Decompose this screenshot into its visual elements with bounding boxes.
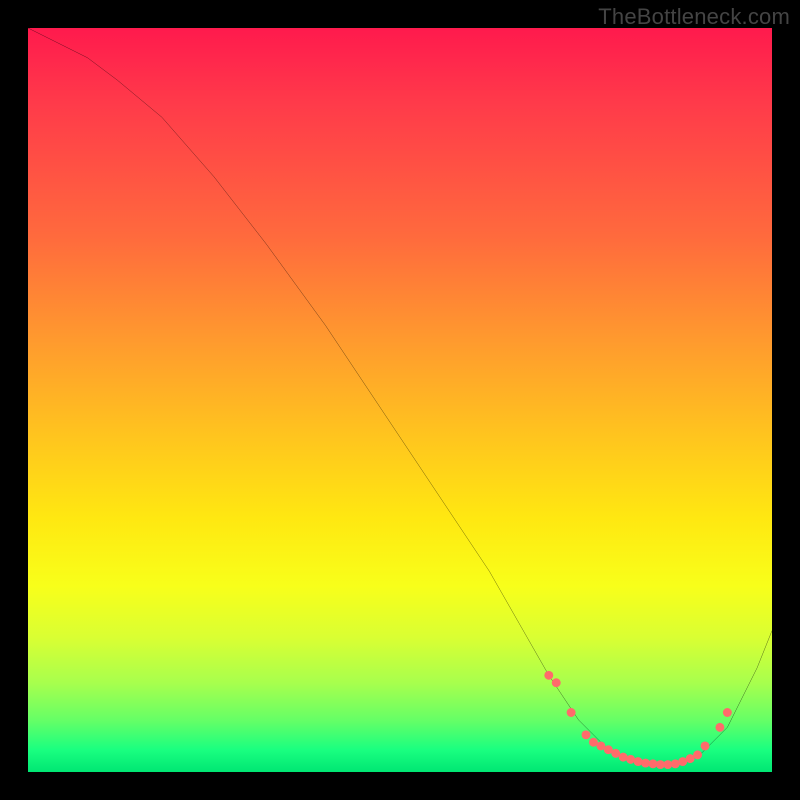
marker-dot [723, 708, 732, 717]
marker-dot [544, 671, 553, 680]
bottleneck-curve [28, 28, 772, 765]
marker-dot [582, 730, 591, 739]
marker-dot [634, 757, 643, 766]
curve-layer [28, 28, 772, 772]
watermark-text: TheBottleneck.com [598, 4, 790, 30]
plot-area [28, 28, 772, 772]
marker-group [544, 671, 731, 769]
marker-dot [701, 741, 710, 750]
chart-frame: TheBottleneck.com [0, 0, 800, 800]
marker-dot [552, 678, 561, 687]
marker-dot [693, 750, 702, 759]
marker-dot [715, 723, 724, 732]
marker-dot [567, 708, 576, 717]
